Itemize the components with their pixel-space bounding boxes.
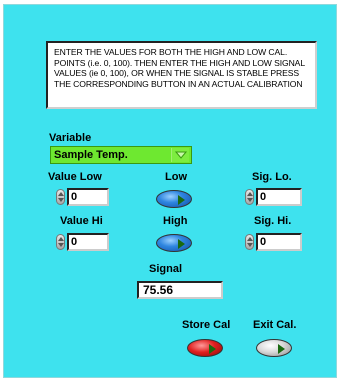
sig-lo-spinner-icon[interactable]: [245, 189, 254, 205]
value-low-input[interactable]: 0: [67, 188, 109, 206]
store-cal-label: Store Cal: [182, 319, 231, 331]
low-button-label: Low: [165, 171, 187, 183]
sig-hi-spinner-icon[interactable]: [245, 234, 254, 250]
value-low-control: 0: [56, 188, 109, 206]
sig-hi-input[interactable]: 0: [256, 233, 302, 251]
calibration-panel: ENTER THE VALUES FOR BOTH THE HIGH AND L…: [3, 4, 337, 378]
dropdown-triangle-icon[interactable]: [171, 148, 189, 162]
store-cal-button[interactable]: [187, 339, 223, 357]
variable-label: Variable: [49, 132, 92, 144]
value-hi-spinner-icon[interactable]: [56, 234, 65, 250]
low-button[interactable]: [156, 190, 192, 208]
sig-hi-label: Sig. Hi.: [254, 215, 292, 227]
value-low-spinner-icon[interactable]: [56, 189, 65, 205]
value-hi-input[interactable]: 0: [67, 233, 109, 251]
value-hi-label: Value Hi: [60, 215, 103, 227]
led-indicator-icon: [209, 344, 216, 354]
exit-cal-button[interactable]: [256, 339, 292, 357]
sig-hi-control: 0: [245, 233, 302, 251]
sig-lo-input[interactable]: 0: [256, 188, 302, 206]
exit-cal-label: Exit Cal.: [253, 319, 297, 331]
value-hi-control: 0: [56, 233, 109, 251]
signal-readout: 75.56: [137, 281, 223, 299]
led-indicator-icon: [178, 195, 185, 205]
high-button[interactable]: [156, 234, 192, 252]
high-button-label: High: [163, 215, 188, 227]
led-indicator-icon: [178, 239, 185, 249]
signal-label: Signal: [149, 263, 183, 275]
led-indicator-icon: [278, 344, 285, 354]
instructions-text: ENTER THE VALUES FOR BOTH THE HIGH AND L…: [46, 41, 317, 109]
variable-selected-value: Sample Temp.: [54, 149, 128, 161]
value-low-label: Value Low: [48, 171, 102, 183]
sig-lo-control: 0: [245, 188, 302, 206]
sig-lo-label: Sig. Lo.: [252, 171, 292, 183]
variable-select[interactable]: Sample Temp.: [50, 146, 192, 164]
